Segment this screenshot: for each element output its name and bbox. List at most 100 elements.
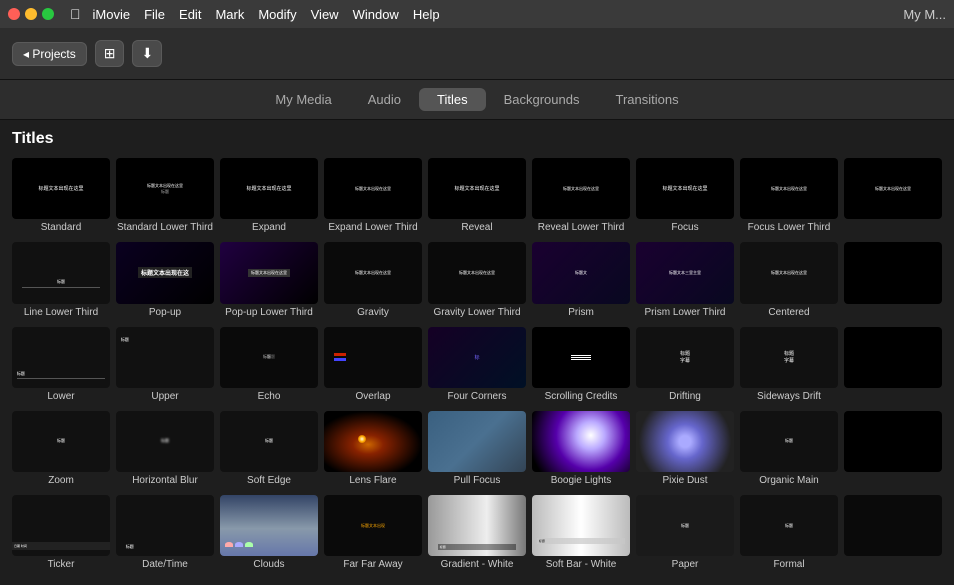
tile-softbar[interactable]: 标题 Soft Bar - White [532, 495, 630, 571]
tile-line-lower[interactable]: 标题 Line Lower Third [12, 242, 110, 318]
tile-upper[interactable]: 标题 Upper [116, 327, 214, 403]
thumb-inner: 标题 [116, 411, 214, 472]
tile-standard[interactable]: 标题文本出现在这里 Standard [12, 158, 110, 234]
tab-titles[interactable]: Titles [419, 88, 486, 111]
download-button[interactable]: ⬇ [132, 40, 162, 67]
tile-popup-lower[interactable]: 标题文本出现在这里 Pop-up Lower Third [220, 242, 318, 318]
tile-gravity-lower[interactable]: 标题文本出现在这里 Gravity Lower Third [428, 242, 526, 318]
tile-label: Focus Lower Third [748, 222, 831, 234]
tile-centered[interactable]: 标题文本出现在这里 Centered [740, 242, 838, 318]
tile-prism-lower[interactable]: 标题文本三里主里 Prism Lower Third [636, 242, 734, 318]
tile-focus[interactable]: 标题文本出现在这里 Focus [636, 158, 734, 234]
tile-expand[interactable]: 标题文本出现在这里 Expand [220, 158, 318, 234]
tile-thumbnail: 标题文本出现在这里 [12, 158, 110, 219]
tile-clouds[interactable]: Clouds [220, 495, 318, 571]
tile-label: Organic Main [759, 475, 818, 487]
tile-thumbnail: 标题文本出现在这里 [740, 242, 838, 303]
tile-standard-lower[interactable]: 标题文本出现在这里标题 Standard Lower Third [116, 158, 214, 234]
tab-audio[interactable]: Audio [350, 88, 419, 111]
tile-label: Pop-up [149, 307, 181, 319]
tile-extra1[interactable]: 标题文本出现在这里 [844, 158, 942, 234]
tile-organic[interactable]: 标题 Organic Main [740, 411, 838, 487]
menu-mark[interactable]: Mark [215, 7, 244, 22]
tile-focus-lower[interactable]: 标题文本出现在这里 Focus Lower Third [740, 158, 838, 234]
tile-reveal[interactable]: 标题文本出现在这里 Reveal [428, 158, 526, 234]
tile-thumbnail: 标题字幕 [740, 327, 838, 388]
projects-button[interactable]: ◂ Projects [12, 42, 87, 66]
tile-label: Sideways Drift [757, 391, 821, 403]
tile-gradient-white[interactable]: 标题 Gradient - White [428, 495, 526, 571]
tile-four-corners[interactable]: 标 Four Corners [428, 327, 526, 403]
menu-file[interactable]: File [144, 7, 165, 22]
tile-ticker[interactable]: 日期 时间 Ticker [12, 495, 110, 571]
tile-formal[interactable]: 标题 Formal [740, 495, 838, 571]
tile-reveal-lower[interactable]: 标题文本出现在这里 Reveal Lower Third [532, 158, 630, 234]
tile-thumbnail [844, 327, 942, 388]
tile-extra5[interactable] [844, 495, 942, 571]
tile-hblur[interactable]: 标题 Horizontal Blur [116, 411, 214, 487]
thumb-inner [220, 495, 318, 556]
tile-label: Standard Lower Third [117, 222, 213, 234]
menu-window[interactable]: Window [353, 7, 399, 22]
menu-imovie[interactable]: iMovie [93, 7, 131, 22]
tile-extra3[interactable] [844, 327, 942, 403]
tile-label: Formal [773, 559, 804, 571]
tile-prism[interactable]: 标题文 Prism [532, 242, 630, 318]
section-title: Titles [12, 130, 942, 148]
tile-expand-lower[interactable]: 标题文本出现在这里 Expand Lower Third [324, 158, 422, 234]
tile-echo[interactable]: 标题标题 Echo [220, 327, 318, 403]
fullscreen-button[interactable] [42, 8, 54, 20]
tile-zoom[interactable]: 标题 Zoom [12, 411, 110, 487]
menu-modify[interactable]: Modify [258, 7, 296, 22]
thumb-inner: 标题字幕 [636, 327, 734, 388]
tile-label: Standard [41, 222, 82, 234]
thumb-inner: 标题文本出现在这里 [740, 242, 838, 303]
traffic-lights [8, 8, 54, 20]
grid-view-button[interactable]: ⊞ [95, 40, 125, 67]
tile-boogie[interactable]: Boogie Lights [532, 411, 630, 487]
tab-transitions[interactable]: Transitions [597, 88, 696, 111]
tile-thumbnail: 标题文本出现在这里 [220, 242, 318, 303]
tile-thumbnail: 标题 [740, 495, 838, 556]
tile-gravity[interactable]: 标题文本出现在这里 Gravity [324, 242, 422, 318]
tile-pull-focus[interactable]: Pull Focus [428, 411, 526, 487]
tab-backgrounds[interactable]: Backgrounds [486, 88, 598, 111]
menu-edit[interactable]: Edit [179, 7, 201, 22]
my-media-label: My M... [903, 7, 946, 22]
tile-thumbnail: 标题文本出现在这里 [324, 242, 422, 303]
tile-faraway[interactable]: 标题文本出现 Far Far Away [324, 495, 422, 571]
tile-datetime[interactable]: 标题 Date/Time [116, 495, 214, 571]
thumb-inner: 标题文本出现在这里 [324, 158, 422, 219]
tile-label: Upper [151, 391, 178, 403]
menu-view[interactable]: View [311, 7, 339, 22]
thumb-inner: 标题 [740, 495, 838, 556]
thumb-inner: 标题文本出现在这里 [428, 242, 526, 303]
thumb-inner: 标题文本出现在这 [116, 242, 214, 303]
tile-scrolling[interactable]: Scrolling Credits [532, 327, 630, 403]
tile-thumbnail: 标题文本出现在这里 [324, 158, 422, 219]
tile-paper[interactable]: 标题 Paper [636, 495, 734, 571]
thumb-inner [532, 327, 630, 388]
tile-overlap[interactable]: Overlap [324, 327, 422, 403]
tab-my-media[interactable]: My Media [257, 88, 349, 111]
tile-label: Lens Flare [349, 475, 396, 487]
thumb-inner [636, 411, 734, 472]
menu-help[interactable]: Help [413, 7, 440, 22]
tile-label: Overlap [355, 391, 390, 403]
tile-extra4[interactable] [844, 411, 942, 487]
tile-thumbnail [324, 327, 422, 388]
tile-pixie[interactable]: Pixie Dust [636, 411, 734, 487]
tile-lower[interactable]: 标题 Lower [12, 327, 110, 403]
tile-thumbnail: 标题 [116, 495, 214, 556]
tile-popup[interactable]: 标题文本出现在这 Pop-up [116, 242, 214, 318]
thumb-inner: 标 [428, 327, 526, 388]
tile-extra2[interactable] [844, 242, 942, 318]
thumb-inner: 标题 [12, 411, 110, 472]
minimize-button[interactable] [25, 8, 37, 20]
thumb-inner [844, 327, 942, 388]
tile-soft-edge[interactable]: 标题 Soft Edge [220, 411, 318, 487]
tile-lens-flare[interactable]: Lens Flare [324, 411, 422, 487]
close-button[interactable] [8, 8, 20, 20]
tile-sideways[interactable]: 标题字幕 Sideways Drift [740, 327, 838, 403]
tile-drifting[interactable]: 标题字幕 Drifting [636, 327, 734, 403]
